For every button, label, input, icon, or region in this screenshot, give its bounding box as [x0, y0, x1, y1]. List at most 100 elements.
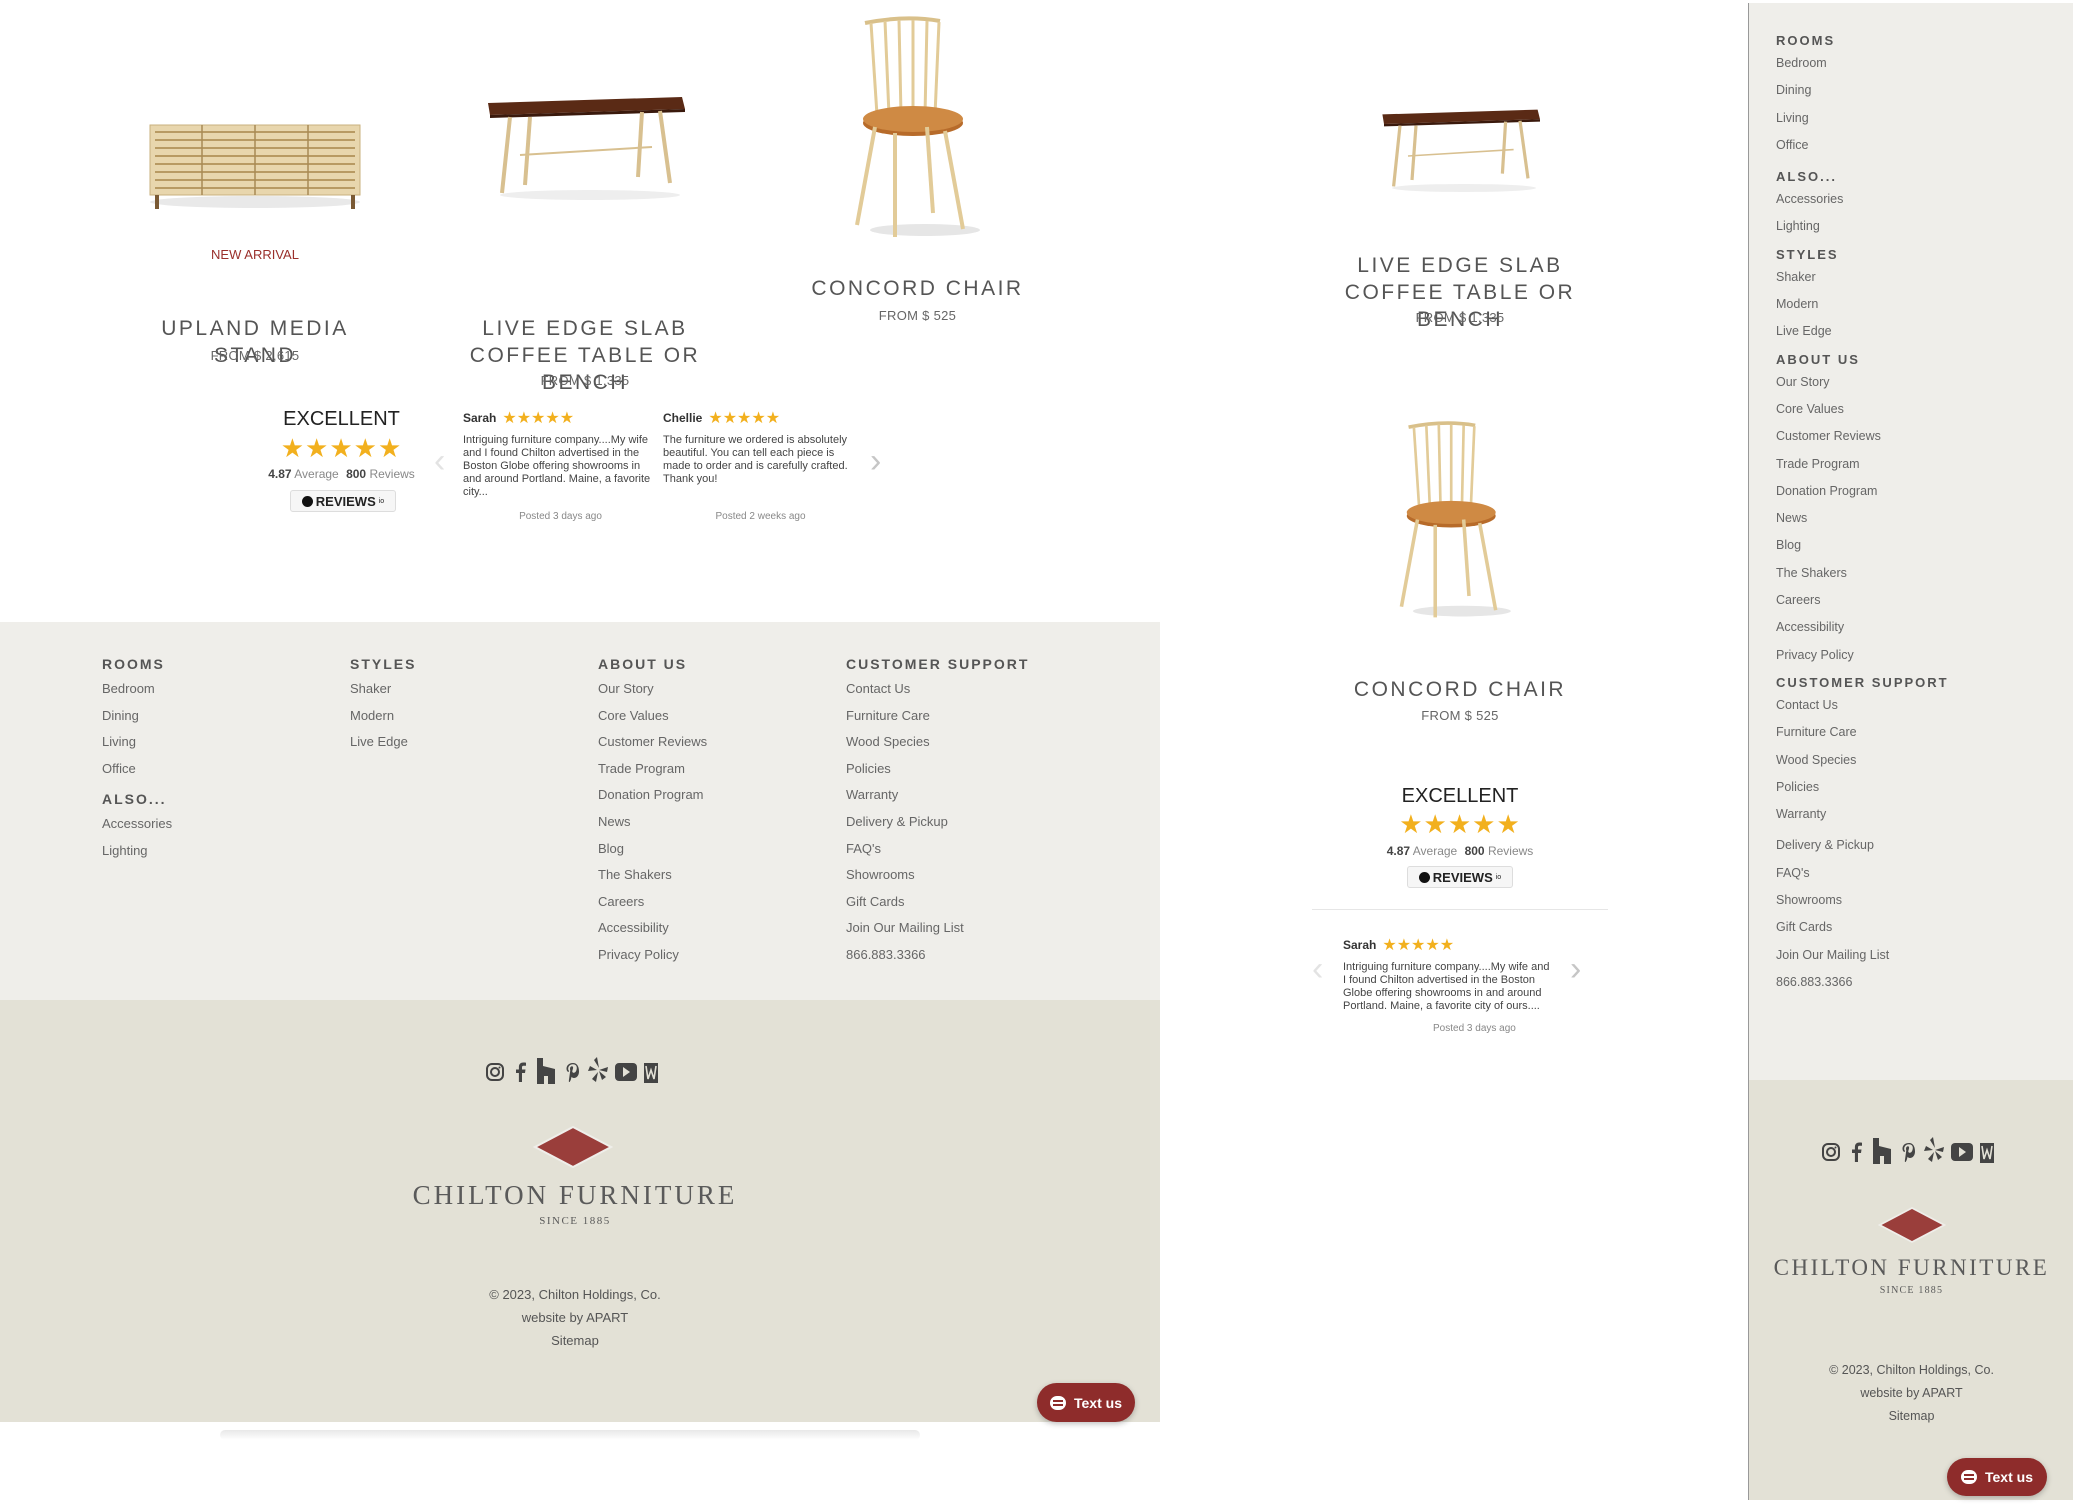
footer-link[interactable]: News [598, 809, 818, 836]
footer-link[interactable]: Policies [846, 756, 1086, 783]
wayfair-icon[interactable] [1979, 1142, 1995, 1164]
menu-link[interactable]: Trade Program [1776, 451, 2056, 478]
footer-link[interactable]: Join Our Mailing List [846, 915, 1086, 942]
review-card[interactable]: Sarah ★★★★★ Intriguing furniture company… [463, 408, 658, 528]
footer-link[interactable]: Delivery & Pickup [846, 809, 1086, 836]
footer-link[interactable]: Bedroom [102, 676, 302, 703]
menu-link[interactable]: Dining [1776, 77, 2056, 104]
review-card[interactable]: Chellie ★★★★★ The furniture we ordered i… [663, 408, 858, 528]
footer-link[interactable]: Donation Program [598, 782, 818, 809]
reviewsio-badge[interactable]: REVIEWS io [290, 490, 396, 512]
footer-link[interactable]: Trade Program [598, 756, 818, 783]
review-card[interactable]: Sarah ★★★★★ Intriguing furniture company… [1343, 935, 1553, 1055]
menu-link[interactable]: News [1776, 505, 2056, 532]
menu-link[interactable]: Customer Reviews [1776, 423, 2056, 450]
menu-link[interactable]: Gift Cards [1776, 914, 2056, 941]
menu-link[interactable]: Shaker [1776, 264, 2056, 291]
facebook-icon[interactable] [513, 1062, 527, 1082]
menu-link[interactable]: Furniture Care [1776, 719, 2056, 746]
footer-link[interactable]: Customer Reviews [598, 729, 818, 756]
youtube-icon[interactable] [615, 1063, 637, 1081]
facebook-icon[interactable] [1849, 1142, 1863, 1162]
youtube-icon[interactable] [1951, 1143, 1973, 1161]
footer-link[interactable]: FAQ's [846, 836, 1086, 863]
menu-link[interactable]: Office [1776, 132, 2056, 159]
footer-link[interactable]: Furniture Care [846, 703, 1086, 730]
chair-image[interactable] [845, 15, 985, 240]
footer-link[interactable]: Dining [102, 703, 302, 730]
product-card[interactable]: CONCORD CHAIR FROM $ 525 [1300, 420, 1620, 730]
footer-link[interactable]: Warranty [846, 782, 1086, 809]
chilton-diamond-logo[interactable] [1878, 1205, 1946, 1245]
menu-link[interactable]: Modern [1776, 291, 2056, 318]
menu-link[interactable]: Privacy Policy [1776, 642, 2056, 669]
wayfair-icon[interactable] [643, 1062, 659, 1084]
chair-image[interactable] [1388, 420, 1518, 620]
sitemap-link[interactable]: Sitemap [1749, 1409, 2073, 1423]
product-card[interactable]: CONCORD CHAIR FROM $ 525 [800, 15, 1035, 335]
menu-link[interactable]: Our Story [1776, 369, 2056, 396]
instagram-icon[interactable] [485, 1062, 505, 1082]
houzz-icon[interactable] [535, 1058, 557, 1084]
menu-link[interactable]: Blog [1776, 532, 2056, 559]
footer-link[interactable]: Living [102, 729, 302, 756]
menu-link[interactable]: Donation Program [1776, 478, 2056, 505]
footer-link[interactable]: Lighting [102, 838, 302, 865]
text-us-button[interactable]: Text us [1037, 1383, 1135, 1422]
footer-link[interactable]: Our Story [598, 676, 818, 703]
menu-link[interactable]: Contact Us [1776, 692, 2056, 719]
chevron-left-icon[interactable]: ‹ [1312, 950, 1323, 989]
footer-link[interactable]: Shaker [350, 676, 550, 703]
menu-link[interactable]: Lighting [1776, 213, 2056, 240]
menu-link[interactable]: The Shakers [1776, 560, 2056, 587]
footer-link[interactable]: Accessories [102, 811, 302, 838]
footer-link[interactable]: Contact Us [846, 676, 1086, 703]
product-card[interactable]: LIVE EDGE SLAB COFFEE TABLE OR BENCH FRO… [440, 40, 730, 394]
menu-link[interactable]: Bedroom [1776, 50, 2056, 77]
pinterest-icon[interactable] [565, 1062, 581, 1082]
media-stand-image[interactable] [145, 80, 365, 220]
menu-link[interactable]: Wood Species [1776, 747, 2056, 774]
bench-image[interactable] [1365, 100, 1555, 220]
footer-link[interactable]: Live Edge [350, 729, 550, 756]
menu-link[interactable]: Living [1776, 105, 2056, 132]
menu-link[interactable]: Warranty [1776, 801, 2056, 828]
text-us-button[interactable]: Text us [1947, 1458, 2047, 1496]
product-title[interactable]: CONCORD CHAIR [800, 275, 1035, 302]
menu-link[interactable]: Join Our Mailing List [1776, 942, 2056, 969]
reviewsio-badge[interactable]: REVIEWS io [1407, 866, 1513, 888]
footer-link[interactable]: Accessibility [598, 915, 818, 942]
menu-link[interactable]: Live Edge [1776, 318, 2056, 345]
menu-link[interactable]: Accessories [1776, 186, 2056, 213]
menu-link[interactable]: Policies [1776, 774, 2056, 801]
footer-link[interactable]: Core Values [598, 703, 818, 730]
footer-link[interactable]: Showrooms [846, 862, 1086, 889]
footer-link[interactable]: Office [102, 756, 302, 783]
menu-link[interactable]: Showrooms [1776, 887, 2056, 914]
footer-link[interactable]: Wood Species [846, 729, 1086, 756]
bench-image[interactable] [480, 85, 690, 235]
menu-link[interactable]: Accessibility [1776, 614, 2056, 641]
chilton-diamond-logo[interactable] [533, 1125, 613, 1169]
footer-link[interactable]: Privacy Policy [598, 942, 818, 969]
footer-link[interactable]: 866.883.3366 [846, 942, 1086, 969]
credit-link[interactable]: website by APART [380, 1310, 770, 1325]
brand-name[interactable]: CHILTON FURNITURE [1749, 1255, 2073, 1281]
product-card[interactable]: NEW ARRIVAL UPLAND MEDIA STAND FROM $ 2,… [130, 40, 380, 367]
product-title[interactable]: CONCORD CHAIR [1300, 676, 1620, 703]
chevron-right-icon[interactable]: › [870, 442, 881, 481]
menu-link[interactable]: Delivery & Pickup [1776, 832, 2056, 859]
brand-name[interactable]: CHILTON FURNITURE [380, 1180, 770, 1211]
menu-link[interactable]: Careers [1776, 587, 2056, 614]
pinterest-icon[interactable] [1901, 1142, 1917, 1162]
menu-link[interactable]: Core Values [1776, 396, 2056, 423]
yelp-icon[interactable] [1923, 1136, 1947, 1164]
footer-link[interactable]: Gift Cards [846, 889, 1086, 916]
chevron-right-icon[interactable]: › [1570, 950, 1581, 989]
sitemap-link[interactable]: Sitemap [380, 1333, 770, 1348]
product-card[interactable]: LIVE EDGE SLAB COFFEE TABLE OR BENCH FRO… [1300, 95, 1620, 335]
houzz-icon[interactable] [1871, 1138, 1893, 1164]
instagram-icon[interactable] [1821, 1142, 1841, 1162]
footer-link[interactable]: The Shakers [598, 862, 818, 889]
footer-link[interactable]: Modern [350, 703, 550, 730]
